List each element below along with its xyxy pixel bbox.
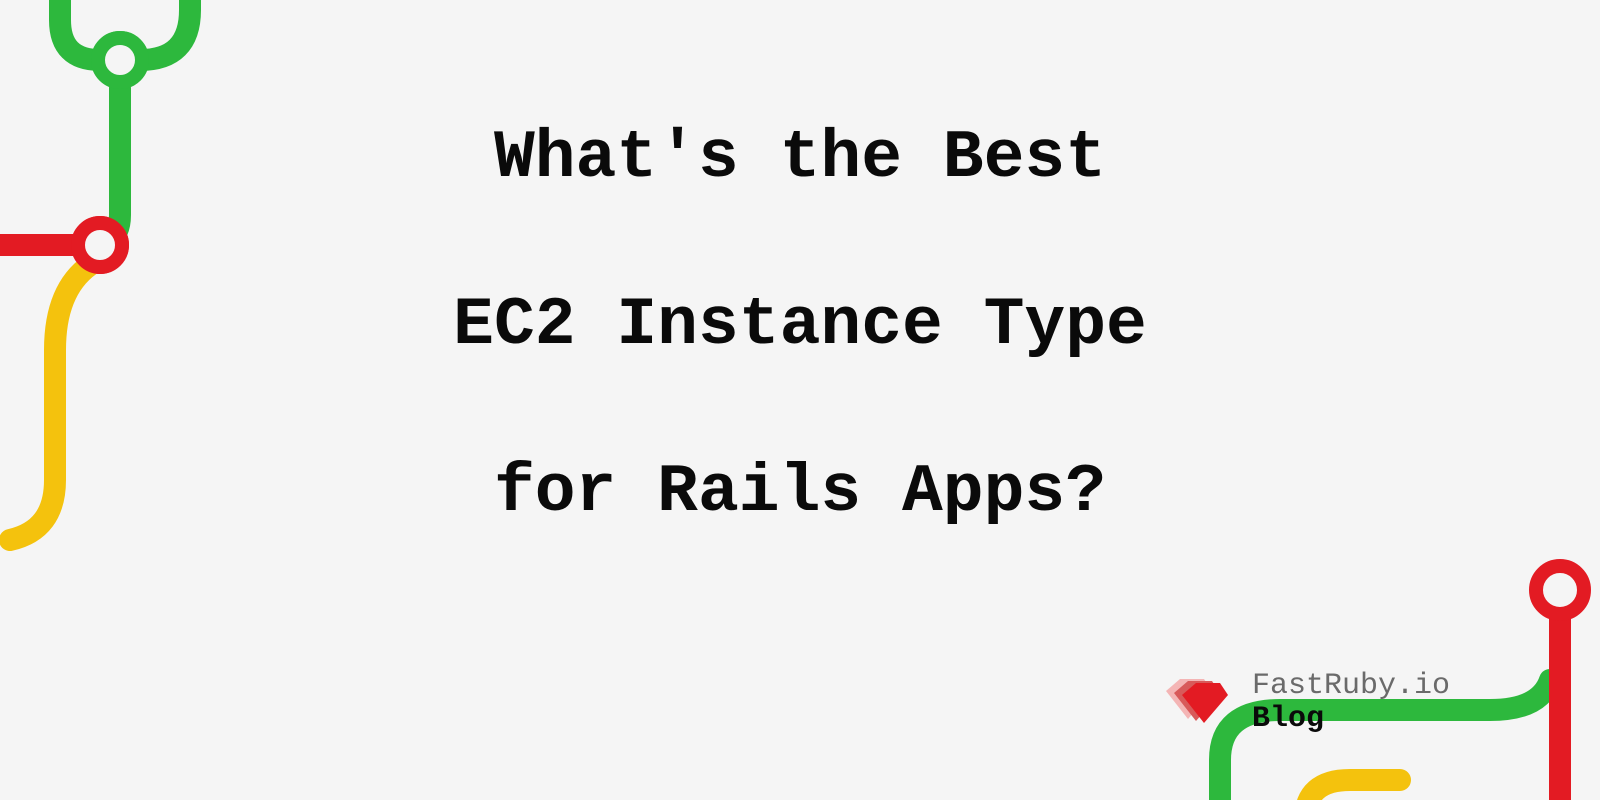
- title-line-3: for Rails Apps?: [494, 454, 1106, 531]
- brand-block: FastRuby.io Blog: [1162, 670, 1450, 736]
- brand-subtitle: Blog: [1252, 703, 1450, 736]
- title-line-1: What's the Best: [494, 120, 1106, 197]
- title-line-2: EC2 Instance Type: [453, 287, 1147, 364]
- ruby-logo-icon: [1162, 675, 1234, 731]
- brand-name: FastRuby.io: [1252, 670, 1450, 703]
- article-title: What's the Best EC2 Instance Type for Ra…: [0, 120, 1600, 531]
